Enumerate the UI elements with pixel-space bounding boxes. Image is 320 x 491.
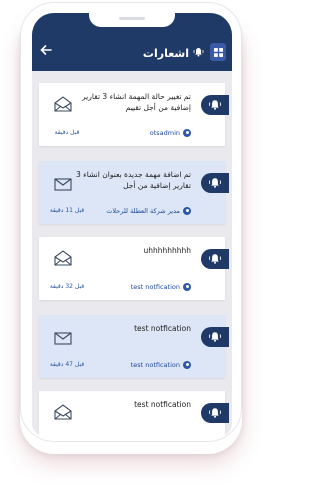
notification-card[interactable]: تم تغيير حالة المهمة انشاء 3 تقارير إضاف… <box>39 83 229 146</box>
envelope-open-icon <box>53 403 73 425</box>
envelope-icon <box>53 330 73 349</box>
user-icon <box>183 361 191 369</box>
notification-text: تم تغيير حالة المهمة انشاء 3 تقارير إضاف… <box>82 92 191 112</box>
speaker <box>119 17 145 20</box>
phone-frame: اشعارات تم تغيير حالة المهمة انشاء 3 تقا… <box>20 2 242 442</box>
notification-bell-icon <box>201 249 229 269</box>
envelope-open-icon <box>53 249 73 271</box>
sender-name: otsadmin <box>149 129 180 137</box>
notification-time: قبل 11 دقيقة <box>49 207 85 214</box>
sender-name: test notfication <box>130 361 180 369</box>
notification-sender: test notfication <box>131 361 191 369</box>
user-icon <box>183 207 191 215</box>
arrow-left-icon[interactable] <box>40 43 52 59</box>
notification-text: test notfication <box>134 400 191 409</box>
notification-sender: otsadmin <box>150 129 191 137</box>
app-screen: اشعارات تم تغيير حالة المهمة انشاء 3 تقا… <box>32 13 232 437</box>
notification-bell-icon <box>201 95 229 115</box>
notification-sender: مدير شركة العطلة للرحلات <box>106 207 191 215</box>
back-arrow-svg <box>40 45 52 55</box>
grid-icon[interactable] <box>210 43 226 61</box>
header-title-group: اشعارات <box>143 45 204 61</box>
bell-ring-icon <box>193 47 204 60</box>
notification-text: تم اضافة مهمة جديدة بعنوان انشاء 3 تقاري… <box>76 170 191 190</box>
notification-sender: test notfication <box>131 283 191 291</box>
notification-bell-icon <box>201 403 229 423</box>
notification-time: قبل دقيقة <box>54 129 80 136</box>
notification-card[interactable]: test notficationtest notficationقبل 53 د… <box>39 391 229 437</box>
notification-time: قبل 32 دقيقة <box>49 283 85 290</box>
sender-name: test notfication <box>130 283 180 291</box>
notification-bell-icon <box>201 173 229 193</box>
notification-card[interactable]: uhhhhhhhhh test notfication قبل 32 دقيقة <box>39 237 229 300</box>
phone-notch <box>89 13 175 27</box>
notification-bell-icon <box>201 327 229 347</box>
notification-card[interactable]: تم اضافة مهمة جديدة بعنوان انشاء 3 تقاري… <box>39 161 229 224</box>
page-title: اشعارات <box>142 46 189 60</box>
envelope-open-icon <box>53 95 73 117</box>
notification-text: uhhhhhhhhh <box>143 246 191 255</box>
user-icon <box>183 129 191 137</box>
envelope-icon <box>53 176 73 195</box>
sender-name: مدير شركة العطلة للرحلات <box>106 207 180 215</box>
notification-card[interactable]: test notfication test notfication قبل 47 د… <box>39 315 229 378</box>
notification-time: قبل 47 دقيقة <box>49 361 85 368</box>
user-icon <box>183 283 191 291</box>
notification-text: test notfication <box>134 324 191 333</box>
